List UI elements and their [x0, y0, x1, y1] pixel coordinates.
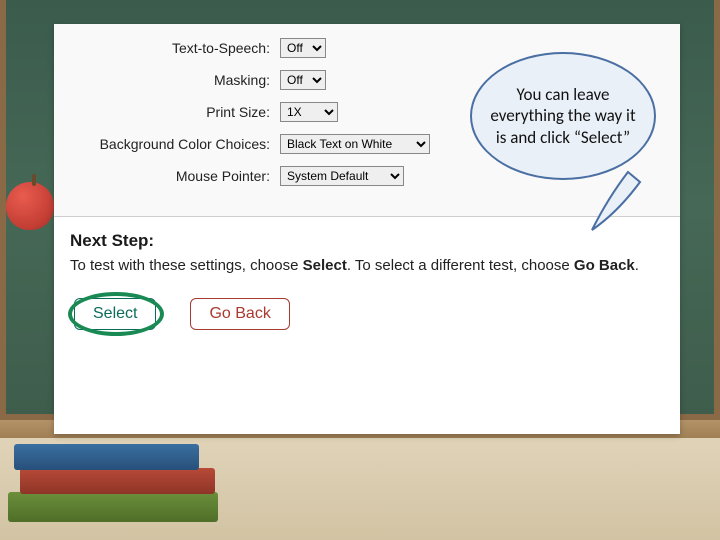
go-back-button[interactable]: Go Back [190, 298, 289, 330]
select-button[interactable]: Select [74, 298, 156, 330]
apple-icon [6, 182, 54, 230]
instr-bold-select: Select [303, 257, 347, 274]
label-text-to-speech: Text-to-Speech: [72, 40, 280, 56]
book-red [20, 468, 215, 494]
instr-text-1: To test with these settings, choose [70, 257, 303, 274]
book-stack [0, 440, 220, 540]
select-background-color[interactable]: Black Text on White [280, 134, 430, 154]
select-print-size[interactable]: 1X [280, 102, 338, 122]
next-step-heading: Next Step: [70, 231, 664, 251]
select-button-wrap: Select [74, 298, 156, 330]
book-green [8, 492, 218, 522]
next-step-section: Next Step: To test with these settings, … [54, 217, 680, 346]
label-masking: Masking: [72, 72, 280, 88]
instr-bold-goback: Go Back [574, 257, 635, 274]
label-print-size: Print Size: [72, 104, 280, 120]
label-background-color: Background Color Choices: [72, 136, 280, 152]
select-mouse-pointer[interactable]: System Default [280, 166, 404, 186]
book-blue [14, 444, 199, 470]
label-mouse-pointer: Mouse Pointer: [72, 168, 280, 184]
select-masking[interactable]: Off [280, 70, 326, 90]
action-button-row: Select Go Back [70, 298, 664, 330]
select-text-to-speech[interactable]: Off [280, 38, 326, 58]
callout-speech-bubble: You can leave everything the way it is a… [470, 52, 656, 180]
next-step-instructions: To test with these settings, choose Sele… [70, 257, 664, 274]
settings-panel: Text-to-Speech: Off Masking: Off Print S… [54, 24, 680, 434]
callout-text: You can leave everything the way it is a… [490, 84, 636, 148]
instr-text-2: . To select a different test, choose [347, 257, 574, 274]
instr-text-3: . [635, 257, 639, 274]
